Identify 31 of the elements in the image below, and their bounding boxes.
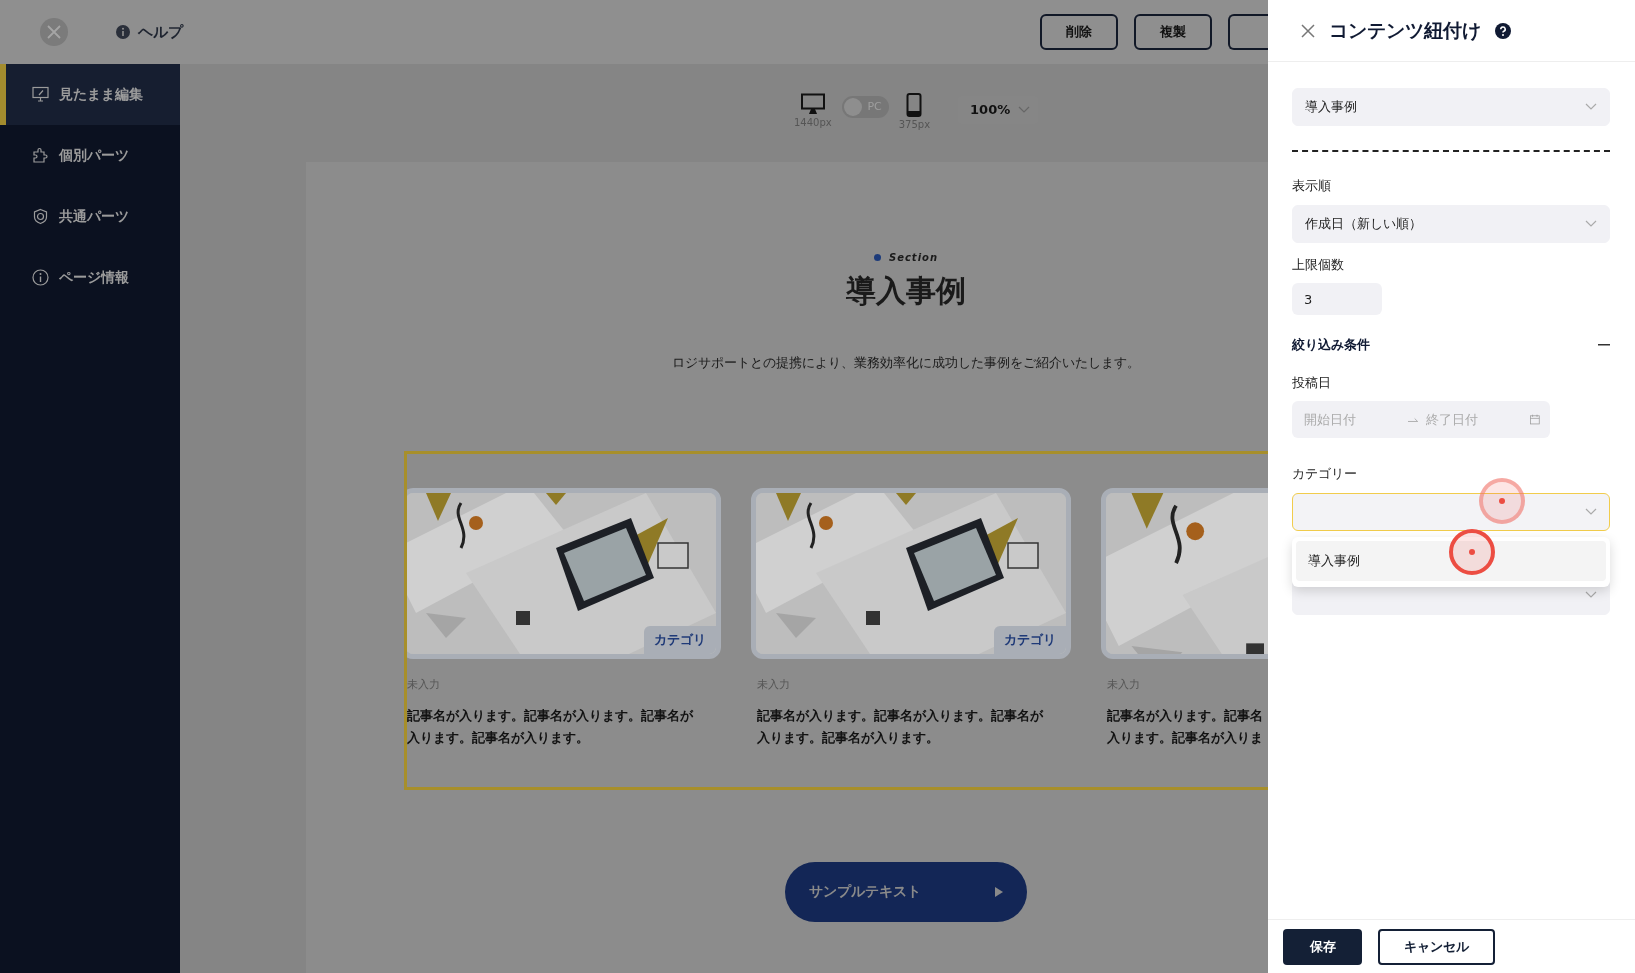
section-description: ロジサポートとの提携により、業務効率化に成功した事例をご紹介いたします。 xyxy=(672,354,1140,372)
start-date-input[interactable]: 開始日付 xyxy=(1304,409,1400,430)
content-type-select[interactable]: 導入事例 xyxy=(1292,88,1610,126)
field-label: 上限個数 xyxy=(1292,255,1345,274)
filter-heading: 絞り込み条件 xyxy=(1292,336,1370,354)
help-link[interactable]: ヘルプ xyxy=(138,20,183,44)
toolbar-button[interactable]: 削除 xyxy=(1040,14,1118,50)
date-range-field[interactable]: 開始日付 終了日付 xyxy=(1292,401,1550,438)
sidebar-item[interactable]: ページ情報 xyxy=(0,247,180,308)
toolbar-button[interactable]: 複製 xyxy=(1134,14,1212,50)
section-title: 導入事例 xyxy=(846,273,966,309)
card-title: 記事名が入ります。記事名が入ります。記事名が 入ります。記事名が入ります。 xyxy=(407,707,695,747)
sidebar-item[interactable]: 見たまま編集 xyxy=(0,64,180,125)
category-badge: カテゴリ xyxy=(994,626,1066,654)
save-button[interactable]: 保存 xyxy=(1283,928,1362,965)
field-label: 表示順 xyxy=(1292,177,1332,195)
category-badge: カテゴリ xyxy=(644,626,716,654)
field-label: カテゴリー xyxy=(1292,465,1358,483)
section-eyebrow: Section xyxy=(888,251,939,265)
sort-select[interactable]: 作成日（新しい順） xyxy=(1292,204,1610,243)
panel-title: コンテンツ紐付け xyxy=(1329,19,1481,42)
card-title: 記事名が入ります。記事名が入ります。記事名が 入ります。記事名が入ります。 xyxy=(757,707,1045,747)
field-label: 投稿日 xyxy=(1292,373,1332,392)
card-title: 記事名が入ります。記事名 入ります。記事名が入りま xyxy=(1107,707,1264,747)
sidebar-item[interactable]: 共通パーツ xyxy=(0,186,180,247)
cta-button[interactable]: サンプルテキスト xyxy=(785,861,1027,922)
dropdown-option[interactable]: 導入事例 xyxy=(1296,540,1606,581)
sidebar-item[interactable]: 個別パーツ xyxy=(0,125,180,186)
end-date-input[interactable]: 終了日付 xyxy=(1426,409,1523,430)
cancel-button[interactable]: キャンセル xyxy=(1378,928,1495,965)
limit-input[interactable]: 3 xyxy=(1292,283,1382,315)
